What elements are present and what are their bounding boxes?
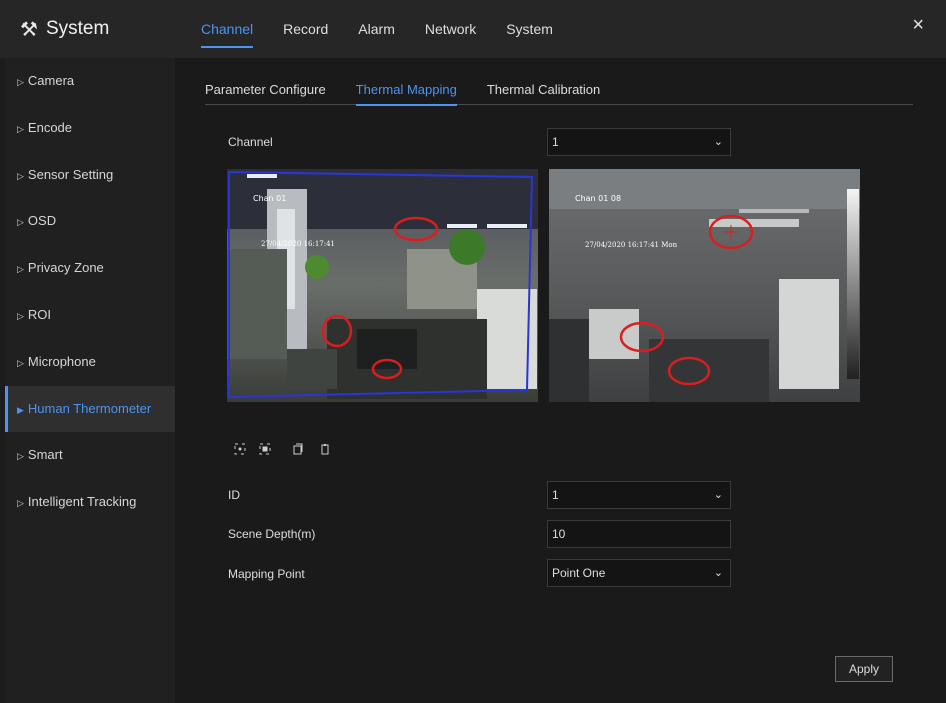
sidebar-item-label: OSD xyxy=(27,213,57,229)
sub-tabs: Parameter Configure Thermal Mapping Ther… xyxy=(205,82,913,106)
chevron-down-icon: ⌄ xyxy=(713,489,723,501)
thermal-video-frame: Chan 01 08 27/04/2020 16:17:41 Mon xyxy=(549,169,860,402)
id-select-value: 1 xyxy=(552,488,559,502)
zoom-area-icon[interactable] xyxy=(258,443,272,457)
sidebar-item-osd[interactable]: ▷ OSD xyxy=(5,198,175,245)
tab-thermal-calibration[interactable]: Thermal Calibration xyxy=(487,82,600,104)
main-panel: Parameter Configure Thermal Mapping Ther… xyxy=(175,58,946,703)
paste-icon[interactable] xyxy=(318,443,332,457)
left-osd-channel: Chan 01 xyxy=(253,194,286,203)
tab-parameter-configure[interactable]: Parameter Configure xyxy=(205,82,326,104)
sidebar-item-label: Smart xyxy=(27,447,63,463)
sidebar-item-label: Camera xyxy=(27,73,75,88)
sidebar-item-microphone[interactable]: ▷ Microphone xyxy=(5,339,175,386)
sidebar-item-intelligent-tracking[interactable]: ▷ Intelligent Tracking xyxy=(5,479,175,526)
sidebar-item-label: Microphone xyxy=(27,353,96,369)
sidebar-item-human-thermometer[interactable]: ▶ Human Thermometer xyxy=(5,385,175,433)
thermal-video[interactable]: Chan 01 08 27/04/2020 16:17:41 Mon xyxy=(549,169,860,402)
crosshair-glyph xyxy=(234,443,246,455)
close-icon[interactable]: × xyxy=(912,14,924,37)
sidebar: ▷ Camera ▷ Encode ▷ Sensor Setting ▷ OSD ▷ Pr… xyxy=(5,58,175,703)
copy-icon[interactable] xyxy=(291,443,305,457)
scene-depth-label: Scene Depth(m) xyxy=(228,527,316,541)
tab-record[interactable]: Record xyxy=(283,0,328,58)
tab-thermal-mapping[interactable]: Thermal Mapping xyxy=(355,82,457,106)
mapping-point-label: Mapping Point xyxy=(228,567,305,581)
triangle-right-icon: ▷ xyxy=(17,264,24,275)
crosshair-icon[interactable] xyxy=(233,443,247,457)
triangle-right-icon: ▷ xyxy=(17,170,24,181)
right-osd-time: 27/04/2020 16:17:41 Mon xyxy=(585,241,678,249)
triangle-right-icon: ▷ xyxy=(17,77,24,87)
left-osd-time: 27/04/2020 16:17:41 xyxy=(261,240,335,248)
sidebar-item-roi[interactable]: ▷ ROI xyxy=(5,292,175,339)
main-tabs: Channel Record Alarm Network System xyxy=(201,0,583,58)
tab-network[interactable]: Network xyxy=(425,0,476,58)
id-select[interactable]: 1 ⌄ xyxy=(547,481,731,509)
sidebar-item-camera[interactable]: ▷ Camera xyxy=(5,58,175,105)
paste-glyph xyxy=(321,444,329,455)
triangle-right-icon: ▷ xyxy=(17,357,24,368)
tab-alarm[interactable]: Alarm xyxy=(358,0,395,58)
right-osd-channel: Chan 01 08 xyxy=(575,194,621,203)
chevron-down-icon: ⌄ xyxy=(713,136,723,148)
sidebar-item-label: Human Thermometer xyxy=(27,400,152,416)
visible-video[interactable]: Chan 01 27/04/2020 16:17:41 xyxy=(227,169,538,402)
scene-depth-input[interactable]: 10 xyxy=(547,520,731,548)
sidebar-item-label: ROI xyxy=(27,306,52,322)
copy-glyph xyxy=(293,443,303,455)
tools-icon: ⚒ xyxy=(20,18,38,41)
mapping-point-value: Point One xyxy=(552,566,606,580)
sidebar-item-sensor-setting[interactable]: ▷ Sensor Setting xyxy=(5,152,175,199)
app-brand: ⚒ System xyxy=(20,16,109,42)
sidebar-item-label: Privacy Zone xyxy=(27,260,104,276)
top-bar: ⚒ System Channel Record Alarm Network Sy… xyxy=(0,0,946,58)
triangle-right-icon: ▷ xyxy=(17,217,24,228)
sidebar-item-label: Encode xyxy=(27,119,73,135)
tab-system[interactable]: System xyxy=(506,0,553,58)
channel-select-value: 1 xyxy=(552,135,559,149)
mapping-point-select[interactable]: Point One ⌄ xyxy=(547,559,731,587)
apply-button[interactable]: Apply xyxy=(835,656,893,682)
triangle-right-icon: ▷ xyxy=(17,498,24,509)
channel-select[interactable]: 1 ⌄ xyxy=(547,128,731,156)
channel-label: Channel xyxy=(228,135,273,149)
sidebar-item-privacy-zone[interactable]: ▷ Privacy Zone xyxy=(5,245,175,292)
triangle-right-icon: ▷ xyxy=(17,123,24,134)
sidebar-item-label: Sensor Setting xyxy=(27,166,114,182)
visible-video-frame: Chan 01 27/04/2020 16:17:41 xyxy=(227,169,538,402)
triangle-right-icon: ▶ xyxy=(17,404,24,415)
triangle-right-icon: ▷ xyxy=(17,451,24,462)
id-label: ID xyxy=(228,488,240,502)
zoom-area-glyph xyxy=(259,443,271,455)
scene-depth-value: 10 xyxy=(552,527,566,541)
sidebar-item-encode[interactable]: ▷ Encode xyxy=(5,105,175,152)
chevron-down-icon: ⌄ xyxy=(713,567,723,579)
triangle-right-icon: ▷ xyxy=(17,310,24,321)
sidebar-item-label: Intelligent Tracking xyxy=(27,494,137,510)
tab-channel[interactable]: Channel xyxy=(201,0,254,58)
sidebar-item-smart[interactable]: ▷ Smart xyxy=(5,432,175,479)
app-title: System xyxy=(45,18,110,39)
